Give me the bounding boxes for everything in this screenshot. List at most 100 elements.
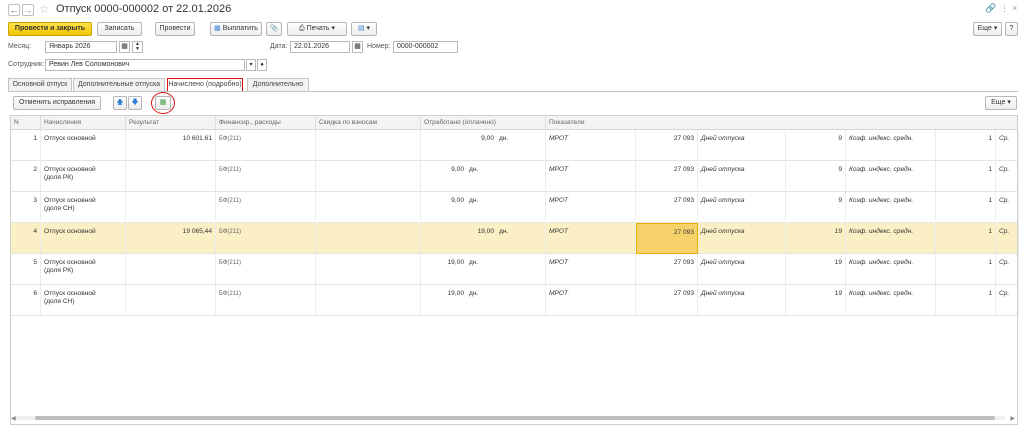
cell-mrot-value[interactable]: 27 093 bbox=[636, 130, 698, 161]
cell-accrual[interactable]: Отпуск основной (доля СН) bbox=[41, 192, 126, 223]
cell-ind3-label[interactable]: Ср. bbox=[996, 192, 1019, 223]
cell-ind3-label[interactable]: Ср. bbox=[996, 223, 1019, 254]
col-accrual[interactable]: Начисления bbox=[41, 116, 126, 130]
cell-ind1-value[interactable]: 19 bbox=[786, 285, 846, 316]
table-row[interactable]: 4 Отпуск основной 19 065,44 БФ(211) 19,00 дн.… bbox=[11, 223, 1019, 254]
cell-mrot-label[interactable]: МРОТ bbox=[546, 223, 636, 254]
attach-button[interactable]: 📎 bbox=[266, 22, 282, 36]
cell-ind3-label[interactable]: Ср. bbox=[996, 161, 1019, 192]
scroll-right-icon[interactable]: ▶ bbox=[1010, 415, 1015, 422]
cell-n[interactable]: 1 bbox=[11, 130, 41, 161]
cell-ind1-label[interactable]: Дней отпуска bbox=[698, 285, 786, 316]
col-discount[interactable]: Скидка по взносам bbox=[316, 116, 421, 130]
cell-mrot-label[interactable]: МРОТ bbox=[546, 254, 636, 285]
post-and-close-button[interactable]: Провести и закрыть bbox=[8, 22, 92, 36]
employee-dropdown-icon[interactable]: ▾ bbox=[246, 59, 256, 71]
date-field[interactable]: 22.01.2026 bbox=[290, 41, 350, 53]
cell-result[interactable] bbox=[126, 254, 216, 285]
cell-mrot-label[interactable]: МРОТ bbox=[546, 192, 636, 223]
col-indicators[interactable]: Показатели bbox=[546, 116, 1019, 130]
cell-accrual[interactable]: Отпуск основной bbox=[41, 130, 126, 161]
cell-ind2-value[interactable]: 1 bbox=[936, 130, 996, 161]
cell-fin[interactable]: БФ(211) bbox=[216, 192, 316, 223]
menu-dots-icon[interactable]: ⋮ bbox=[1000, 3, 1009, 14]
scrollbar-thumb[interactable] bbox=[35, 416, 995, 420]
cell-mrot-label[interactable]: МРОТ bbox=[546, 285, 636, 316]
table-row[interactable]: 6 Отпуск основной (доля СН) БФ(211) 19,00 дн.… bbox=[11, 285, 1019, 316]
tab-additional[interactable]: Дополнительно bbox=[247, 78, 309, 91]
save-button[interactable]: Записать bbox=[97, 22, 142, 36]
cell-discount[interactable] bbox=[316, 285, 421, 316]
cell-discount[interactable] bbox=[316, 254, 421, 285]
cell-ind2-value[interactable]: 1 bbox=[936, 223, 996, 254]
cell-ind2-label[interactable]: Коэф. индекс. средн. bbox=[846, 130, 936, 161]
cell-worked[interactable]: 9,00 дн. bbox=[421, 130, 546, 161]
scroll-left-icon[interactable]: ◀ bbox=[11, 415, 16, 422]
close-icon[interactable]: × bbox=[1012, 3, 1017, 13]
employee-open-icon[interactable]: ● bbox=[257, 59, 267, 71]
cell-ind2-value[interactable]: 1 bbox=[936, 192, 996, 223]
calendar-icon[interactable]: ▦ bbox=[119, 41, 130, 53]
cell-ind1-label[interactable]: Дней отпуска bbox=[698, 161, 786, 192]
cell-n[interactable]: 6 bbox=[11, 285, 41, 316]
cell-ind2-label[interactable]: Коэф. индекс. средн. bbox=[846, 223, 936, 254]
table-row[interactable]: 2 Отпуск основной (доля РК) БФ(211) 9,00 дн. М… bbox=[11, 161, 1019, 192]
table-more-button[interactable]: Еще ▾ bbox=[985, 96, 1017, 110]
cell-fin[interactable]: БФ(211) bbox=[216, 130, 316, 161]
back-button[interactable]: ← bbox=[8, 4, 20, 16]
cell-accrual[interactable]: Отпуск основной (доля СН) bbox=[41, 285, 126, 316]
cell-fin[interactable]: БФ(211) bbox=[216, 285, 316, 316]
cell-ind2-label[interactable]: Коэф. индекс. средн. bbox=[846, 161, 936, 192]
cell-n[interactable]: 2 bbox=[11, 161, 41, 192]
cell-result[interactable] bbox=[126, 285, 216, 316]
cell-mrot-value[interactable]: 27 093 bbox=[636, 285, 698, 316]
move-down-button[interactable]: 🡇 bbox=[128, 96, 142, 110]
table-settings-button[interactable]: ▦ bbox=[155, 96, 171, 110]
cell-worked[interactable]: 19,00 дн. bbox=[421, 285, 546, 316]
cell-ind2-value[interactable]: 1 bbox=[936, 254, 996, 285]
print-button[interactable]: ⎙ Печать ▾ bbox=[287, 22, 347, 36]
cell-accrual[interactable]: Отпуск основной (доля РК) bbox=[41, 254, 126, 285]
cell-ind1-label[interactable]: Дней отпуска bbox=[698, 223, 786, 254]
cell-ind1-value[interactable]: 9 bbox=[786, 192, 846, 223]
cell-ind2-label[interactable]: Коэф. индекс. средн. bbox=[846, 254, 936, 285]
cell-mrot-value[interactable]: 27 093 bbox=[636, 223, 698, 254]
cell-n[interactable]: 5 bbox=[11, 254, 41, 285]
cell-fin[interactable]: БФ(211) bbox=[216, 254, 316, 285]
cell-worked[interactable]: 19,00 дн. bbox=[421, 254, 546, 285]
cell-ind1-value[interactable]: 19 bbox=[786, 223, 846, 254]
cell-mrot-label[interactable]: МРОТ bbox=[546, 161, 636, 192]
tab-accrued-detailed[interactable]: Начислено (подробно) bbox=[167, 78, 243, 92]
tab-main-vacation[interactable]: Основной отпуск bbox=[8, 78, 72, 91]
col-n[interactable]: N bbox=[11, 116, 41, 130]
cell-accrual[interactable]: Отпуск основной (доля РК) bbox=[41, 161, 126, 192]
cell-result[interactable] bbox=[126, 192, 216, 223]
cell-ind1-value[interactable]: 9 bbox=[786, 130, 846, 161]
cell-worked[interactable]: 9,00 дн. bbox=[421, 161, 546, 192]
cell-ind1-value[interactable]: 19 bbox=[786, 254, 846, 285]
horizontal-scrollbar[interactable] bbox=[15, 416, 1005, 420]
post-button[interactable]: Провести bbox=[155, 22, 195, 36]
cell-ind1-label[interactable]: Дней отпуска bbox=[698, 130, 786, 161]
forward-button[interactable]: → bbox=[22, 4, 34, 16]
cell-fin[interactable]: БФ(211) bbox=[216, 161, 316, 192]
cell-n[interactable]: 3 bbox=[11, 192, 41, 223]
cell-ind2-label[interactable]: Коэф. индекс. средн. bbox=[846, 192, 936, 223]
cell-ind2-label[interactable]: Коэф. индекс. средн. bbox=[846, 285, 936, 316]
month-stepper[interactable]: ▲ ▼ bbox=[132, 41, 143, 53]
tab-additional-vacations[interactable]: Дополнительные отпуска bbox=[73, 78, 165, 91]
cell-result[interactable] bbox=[126, 161, 216, 192]
cell-discount[interactable] bbox=[316, 192, 421, 223]
cell-ind1-value[interactable]: 9 bbox=[786, 161, 846, 192]
accruals-table[interactable]: N Начисления Результат Финансир., расход… bbox=[10, 115, 1019, 425]
cell-discount[interactable] bbox=[316, 223, 421, 254]
col-fin[interactable]: Финансир., расходы bbox=[216, 116, 316, 130]
cell-mrot-value[interactable]: 27 093 bbox=[636, 161, 698, 192]
related-docs-button[interactable]: ▤ ▾ bbox=[351, 22, 377, 36]
cell-fin[interactable]: БФ(211) bbox=[216, 223, 316, 254]
cell-ind1-label[interactable]: Дней отпуска bbox=[698, 192, 786, 223]
cell-mrot-label[interactable]: МРОТ bbox=[546, 130, 636, 161]
cell-mrot-value[interactable]: 27 093 bbox=[636, 192, 698, 223]
table-row[interactable]: 5 Отпуск основной (доля РК) БФ(211) 19,00 дн.… bbox=[11, 254, 1019, 285]
pay-button[interactable]: ▦ Выплатить bbox=[210, 22, 262, 36]
